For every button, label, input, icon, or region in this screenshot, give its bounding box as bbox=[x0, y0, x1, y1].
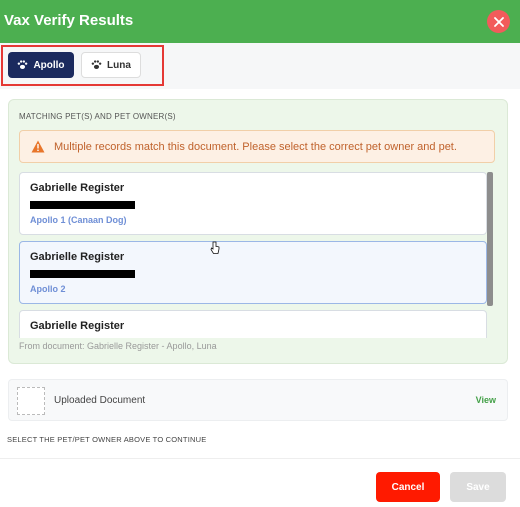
warning-text: Multiple records match this document. Pl… bbox=[54, 140, 457, 153]
record-list-scrollbar[interactable] bbox=[487, 172, 493, 306]
pet-name: Apollo 2 bbox=[30, 284, 66, 294]
warning-icon bbox=[31, 140, 45, 153]
from-document-text: From document: Gabrielle Register - Apol… bbox=[19, 341, 217, 351]
tab-luna[interactable]: Luna bbox=[81, 52, 141, 78]
record-item[interactable]: Gabrielle Register Apollo 2 bbox=[19, 241, 487, 304]
pointer-cursor-icon bbox=[210, 241, 220, 254]
paw-icon bbox=[91, 60, 102, 69]
owner-name: Gabrielle Register bbox=[30, 251, 125, 263]
save-button[interactable]: Save bbox=[450, 472, 506, 502]
pet-name: Apollo 1 (Canaan Dog) bbox=[30, 215, 127, 225]
uploaded-document-row: Uploaded Document View bbox=[8, 379, 508, 421]
redacted-info bbox=[30, 270, 135, 278]
warning-banner: Multiple records match this document. Pl… bbox=[19, 130, 495, 163]
tab-label: Apollo bbox=[33, 59, 65, 71]
document-label: Uploaded Document bbox=[54, 395, 146, 406]
record-item[interactable]: Gabrielle Register Apollo 1 (Canaan Dog) bbox=[19, 172, 487, 235]
paw-icon bbox=[18, 60, 28, 69]
modal-header: Vax Verify Results bbox=[0, 0, 520, 43]
record-list: Gabrielle Register Apollo 1 (Canaan Dog)… bbox=[19, 172, 489, 338]
continue-instruction: SELECT THE PET/PET OWNER ABOVE TO CONTIN… bbox=[7, 435, 207, 444]
owner-name: Gabrielle Register bbox=[30, 182, 125, 194]
redacted-info bbox=[30, 201, 135, 209]
tab-label: Luna bbox=[107, 59, 131, 71]
record-item[interactable]: Gabrielle Register bbox=[19, 310, 487, 338]
owner-name: Gabrielle Register bbox=[30, 320, 125, 332]
close-button[interactable] bbox=[487, 10, 510, 33]
modal-title: Vax Verify Results bbox=[4, 12, 134, 29]
section-label: MATCHING PET(S) AND PET OWNER(S) bbox=[19, 112, 176, 121]
tab-apollo[interactable]: Apollo bbox=[8, 52, 74, 78]
footer-divider bbox=[0, 458, 520, 459]
view-document-link[interactable]: View bbox=[476, 395, 496, 405]
close-icon bbox=[493, 16, 504, 27]
document-thumbnail bbox=[17, 387, 45, 415]
cancel-button[interactable]: Cancel bbox=[376, 472, 440, 502]
